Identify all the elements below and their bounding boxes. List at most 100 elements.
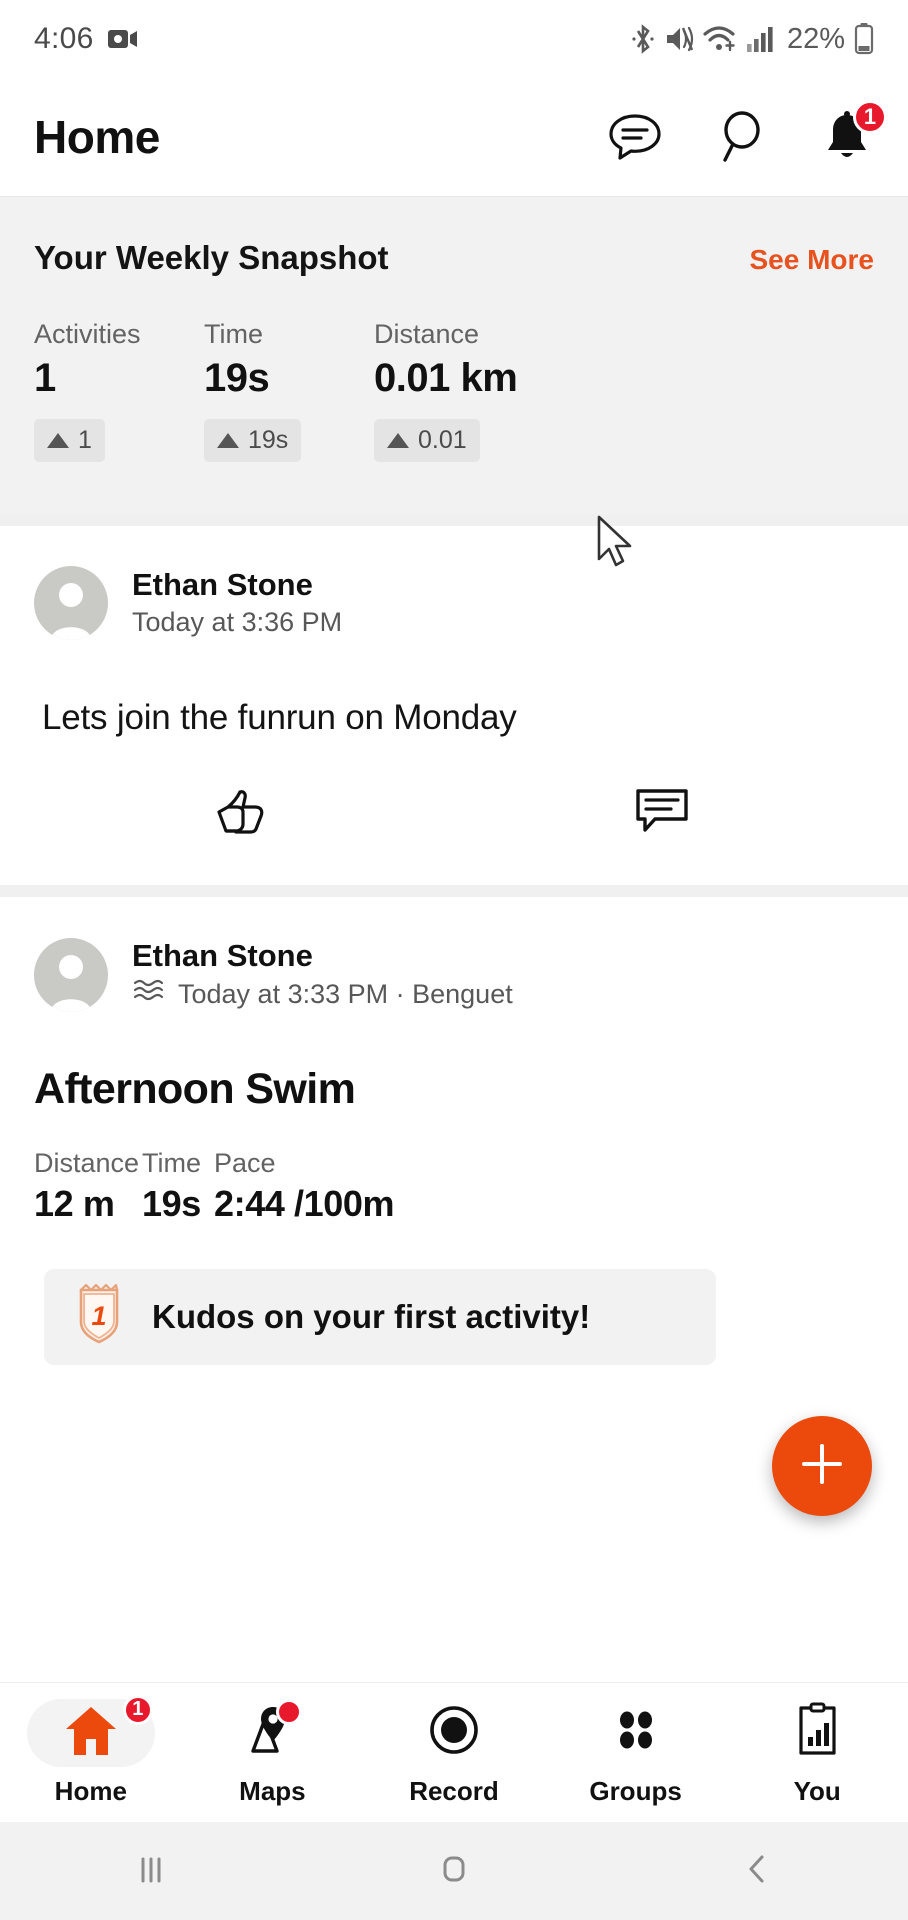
nav-icon-maps-wrap xyxy=(236,1698,308,1767)
stat-delta-value: 19s xyxy=(248,426,289,454)
cellular-signal-icon xyxy=(746,24,774,54)
status-time: 4:06 xyxy=(34,22,94,55)
phone-screen: 4:06 22% Home 1 Your Weekly Snapshot See… xyxy=(0,0,908,1920)
svg-text:1: 1 xyxy=(91,1301,106,1331)
stat-label: Time xyxy=(204,319,263,349)
app-bar: Home 1 xyxy=(0,78,908,196)
post-timestamp-row: Today at 3:36 PM xyxy=(132,605,342,640)
activity-stats: Distance 12 m Time 19s Pace 2:44 /100m xyxy=(34,1148,874,1225)
weekly-snapshot-card[interactable]: Your Weekly Snapshot See More Activities… xyxy=(0,196,908,567)
achievement-text: Kudos on your first activity! xyxy=(152,1297,591,1335)
kudos-button[interactable] xyxy=(38,786,454,847)
feed-activity-card[interactable]: Ethan Stone Today at 3:33 PM · Benguet A… xyxy=(0,897,908,1365)
activity-timestamp: Today at 3:33 PM · Benguet xyxy=(178,978,513,1009)
stat-label: Time xyxy=(142,1147,201,1178)
nav-label-groups: Groups xyxy=(589,1775,682,1806)
nav-item-groups[interactable]: Groups xyxy=(545,1699,727,1807)
recents-button[interactable] xyxy=(0,1847,303,1896)
app-bar-actions: 1 xyxy=(608,100,887,164)
home-icon xyxy=(60,1701,122,1764)
activity-header: Ethan Stone Today at 3:33 PM · Benguet xyxy=(34,937,874,1013)
stat-delta-value: 1 xyxy=(78,426,92,454)
activity-stat-pace: Pace 2:44 /100m xyxy=(214,1147,395,1225)
activity-title[interactable]: Afternoon Swim xyxy=(34,1065,874,1114)
stat-value: 0.01 km xyxy=(374,356,518,400)
vibrate-icon xyxy=(664,23,694,55)
stat-label: Activities xyxy=(34,319,141,349)
nav-item-home[interactable]: 1 Home xyxy=(0,1694,182,1807)
comment-button[interactable] xyxy=(454,786,870,847)
stat-label: Pace xyxy=(214,1147,276,1178)
search-button[interactable] xyxy=(714,110,768,164)
nav-label-home: Home xyxy=(54,1775,127,1806)
wifi-icon xyxy=(703,24,737,54)
back-button[interactable] xyxy=(605,1847,908,1896)
snapshot-header: Your Weekly Snapshot See More xyxy=(34,239,874,277)
activity-stat-distance: Distance 12 m xyxy=(34,1148,142,1225)
notifications-button[interactable]: 1 xyxy=(820,100,887,164)
snapshot-stat-activities: Activities 1 1 xyxy=(34,319,204,462)
nav-label-you: You xyxy=(793,1775,841,1806)
recents-icon xyxy=(129,1847,173,1896)
record-icon xyxy=(424,1701,484,1764)
nav-icon-groups-wrap xyxy=(600,1699,672,1767)
stat-label: Distance xyxy=(34,1147,140,1178)
activity-author-name[interactable]: Ethan Stone xyxy=(132,937,513,976)
clipboard-icon xyxy=(789,1701,845,1764)
comment-icon xyxy=(633,786,691,847)
stat-value: 19s xyxy=(204,356,270,400)
nav-item-record[interactable]: Record xyxy=(363,1699,545,1807)
stat-value: 2:44 /100m xyxy=(214,1182,395,1224)
back-chevron-icon xyxy=(735,1847,779,1896)
stat-value: 1 xyxy=(34,356,56,400)
avatar[interactable] xyxy=(34,937,108,1012)
bottom-navigation: 1 Home Maps Record Groups You xyxy=(0,1682,908,1822)
groups-icon xyxy=(606,1701,666,1764)
feed-divider xyxy=(0,514,908,526)
stat-delta: 0.01 xyxy=(374,419,480,462)
messages-button[interactable] xyxy=(608,110,662,164)
post-reactions xyxy=(34,786,874,847)
stat-delta: 19s xyxy=(204,419,302,462)
stat-label: Distance xyxy=(374,319,480,349)
status-bar-left: 4:06 xyxy=(34,22,138,56)
stat-value: 19s xyxy=(142,1182,201,1224)
post-timestamp: Today at 3:36 PM xyxy=(132,606,343,637)
home-badge: 1 xyxy=(122,1694,153,1725)
feed-post-card[interactable]: Ethan Stone Today at 3:36 PM Lets join t… xyxy=(0,526,908,847)
thumbs-up-icon xyxy=(215,786,277,847)
achievement-banner[interactable]: 1 Kudos on your first activity! xyxy=(44,1268,716,1365)
chat-bubble-icon xyxy=(608,112,662,162)
snapshot-stats: Activities 1 1 Time 19s 19s Distance 0.0… xyxy=(34,319,874,462)
stat-delta: 1 xyxy=(34,419,105,462)
nav-item-maps[interactable]: Maps xyxy=(182,1698,364,1807)
swim-waves-icon xyxy=(132,976,168,1013)
nav-item-you[interactable]: You xyxy=(726,1699,908,1807)
battery-percent: 22% xyxy=(786,22,845,55)
feed-divider-2 xyxy=(0,885,908,897)
nav-label-maps: Maps xyxy=(239,1775,306,1806)
snapshot-stat-distance: Distance 0.01 km 0.01 xyxy=(374,319,584,462)
avatar[interactable] xyxy=(34,566,108,640)
see-more-link[interactable]: See More xyxy=(750,244,875,276)
notification-badge: 1 xyxy=(853,100,887,134)
triangle-up-icon xyxy=(47,433,69,448)
activity-stat-time: Time 19s xyxy=(142,1148,214,1225)
stat-value: 12 m xyxy=(34,1182,115,1224)
nav-label-record: Record xyxy=(409,1775,499,1806)
post-header: Ethan Stone Today at 3:36 PM xyxy=(34,566,874,640)
system-navigation-bar xyxy=(0,1822,908,1920)
record-fab-button[interactable] xyxy=(772,1416,872,1516)
bluetooth-icon xyxy=(631,23,655,55)
nav-icon-you-wrap xyxy=(781,1699,853,1767)
triangle-up-icon xyxy=(387,433,409,448)
status-bar-right: 22% xyxy=(631,23,874,56)
home-square-icon xyxy=(432,1847,476,1896)
snapshot-stat-time: Time 19s 19s xyxy=(204,319,374,462)
home-button[interactable] xyxy=(303,1847,606,1896)
post-body-text: Lets join the funrun on Monday xyxy=(42,698,517,737)
stat-delta-value: 0.01 xyxy=(418,426,467,454)
post-author-name[interactable]: Ethan Stone xyxy=(132,566,342,605)
nav-icon-record-wrap xyxy=(418,1699,490,1767)
page-title: Home xyxy=(34,111,160,163)
